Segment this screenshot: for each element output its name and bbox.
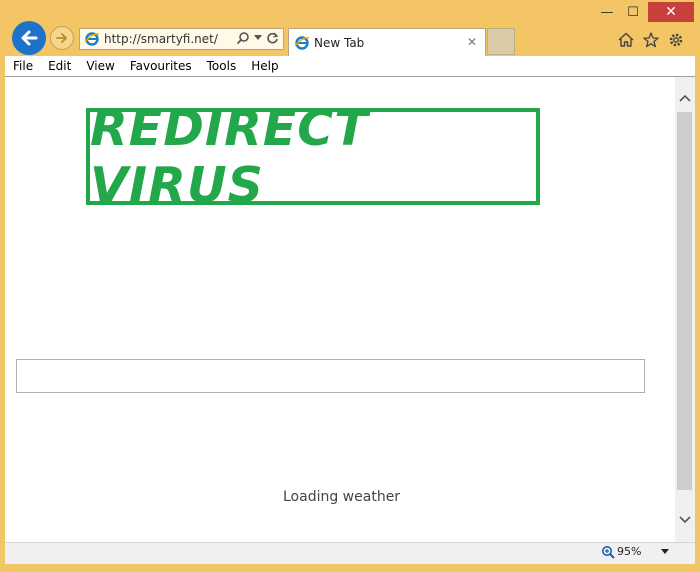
menu-help[interactable]: Help bbox=[251, 59, 278, 73]
address-bar[interactable]: http://smartyfi.net/ bbox=[79, 28, 284, 50]
address-text: http://smartyfi.net/ bbox=[104, 32, 218, 46]
menu-favourites[interactable]: Favourites bbox=[130, 59, 192, 73]
arrow-left-icon bbox=[21, 30, 38, 46]
menu-bar: File Edit View Favourites Tools Help bbox=[5, 56, 695, 76]
tab-close-button[interactable]: ✕ bbox=[467, 35, 477, 49]
refresh-icon[interactable] bbox=[266, 32, 279, 45]
back-button[interactable] bbox=[12, 21, 46, 55]
tab-new-tab[interactable]: New Tab ✕ bbox=[288, 28, 486, 56]
ie-logo-icon bbox=[84, 32, 100, 46]
home-icon[interactable] bbox=[617, 31, 635, 49]
chevron-up-icon bbox=[679, 94, 691, 102]
logo-text: REDIRECT VIRUS bbox=[90, 99, 369, 214]
zoom-icon[interactable] bbox=[601, 545, 615, 559]
tab-label: New Tab bbox=[314, 35, 365, 50]
forward-button[interactable] bbox=[50, 26, 74, 50]
minimize-button[interactable]: — bbox=[596, 2, 618, 22]
close-window-button[interactable]: ✕ bbox=[648, 2, 694, 22]
zoom-level[interactable]: 95% bbox=[617, 545, 641, 558]
menu-edit[interactable]: Edit bbox=[48, 59, 71, 73]
search-icon[interactable] bbox=[236, 31, 250, 45]
ie-logo-icon bbox=[294, 35, 310, 50]
zoom-dropdown-icon[interactable] bbox=[660, 549, 670, 555]
favourites-star-icon[interactable] bbox=[642, 31, 660, 49]
arrow-right-icon bbox=[56, 33, 67, 43]
chevron-down-icon bbox=[679, 516, 691, 524]
menu-file[interactable]: File bbox=[13, 59, 33, 73]
redirect-virus-logo: REDIRECT VIRUS bbox=[86, 100, 540, 214]
status-bar bbox=[5, 542, 695, 564]
dropdown-arrow-icon[interactable] bbox=[254, 35, 262, 41]
scroll-down-button[interactable] bbox=[675, 510, 695, 530]
menu-view[interactable]: View bbox=[86, 59, 114, 73]
menu-tools[interactable]: Tools bbox=[207, 59, 237, 73]
maximize-button[interactable]: ☐ bbox=[622, 2, 644, 22]
scroll-thumb[interactable] bbox=[677, 112, 692, 490]
weather-status: Loading weather bbox=[283, 489, 401, 505]
search-input[interactable] bbox=[16, 359, 645, 393]
scroll-up-button[interactable] bbox=[675, 88, 695, 108]
gear-icon[interactable] bbox=[667, 31, 685, 49]
new-tab-button[interactable] bbox=[487, 28, 515, 55]
